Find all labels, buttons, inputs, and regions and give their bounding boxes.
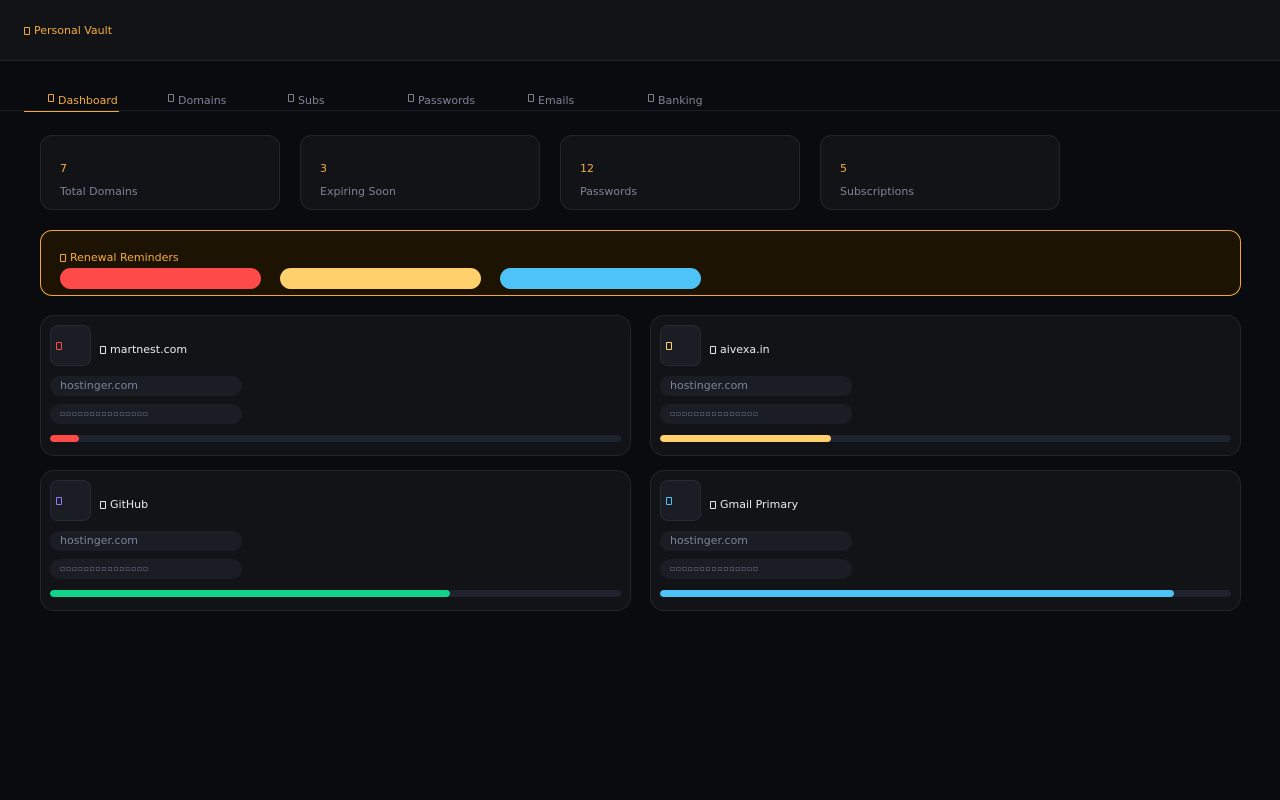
bank-icon — [648, 94, 654, 102]
stat-label: Expiring Soon — [320, 185, 396, 198]
globe-icon — [710, 345, 716, 354]
mail-icon — [666, 497, 672, 505]
card-name: GitHub — [110, 498, 149, 511]
tab-label: Emails — [538, 94, 575, 107]
avatar — [660, 480, 701, 521]
stat-value: 5 — [840, 162, 847, 175]
stat-label: Passwords — [580, 185, 638, 198]
card-title: aivexa.in — [710, 343, 770, 356]
key-icon — [408, 94, 414, 102]
top-bar: Personal Vault — [0, 0, 1280, 61]
host-chip: hostinger.com — [50, 376, 242, 396]
stat-value: 3 — [320, 162, 327, 175]
reminder-pill-upcoming[interactable] — [500, 268, 701, 289]
tab-label: Subs — [298, 94, 325, 107]
code-icon — [100, 500, 106, 509]
avatar — [660, 325, 701, 366]
reminders-title-text: Renewal Reminders — [70, 251, 179, 264]
progress-track — [50, 435, 621, 442]
tab-label: Dashboard — [58, 94, 118, 107]
masked-detail-chip: ▫▫▫▫▫▫▫▫▫▫▫▫▫▫▫ — [660, 404, 852, 424]
card-title: GitHub — [100, 498, 148, 511]
progress-track — [660, 435, 1231, 442]
tab-label: Domains — [178, 94, 227, 107]
progress-track — [660, 590, 1231, 597]
mail-icon — [710, 500, 716, 509]
renewal-reminders-panel: Renewal Reminders — [40, 230, 1241, 296]
host-chip: hostinger.com — [660, 376, 852, 396]
avatar — [50, 480, 91, 521]
tab-domains[interactable]: Domains — [168, 94, 226, 110]
globe-icon — [56, 342, 62, 350]
progress-fill — [50, 435, 79, 442]
mail-icon — [528, 94, 534, 102]
tab-label: Banking — [658, 94, 703, 107]
globe-icon — [100, 345, 106, 354]
card-title: Gmail Primary — [710, 498, 798, 511]
app-brand[interactable]: Personal Vault — [24, 24, 112, 37]
stat-card-passwords: 12 Passwords — [560, 135, 800, 210]
progress-fill — [50, 590, 450, 597]
app-title: Personal Vault — [34, 24, 113, 37]
tab-subs[interactable]: Subs — [288, 94, 325, 110]
stat-card-expiring-soon: 3 Expiring Soon — [300, 135, 540, 210]
stat-value: 7 — [60, 162, 67, 175]
vault-card-martnest[interactable]: martnest.com hostinger.com ▫▫▫▫▫▫▫▫▫▫▫▫▫… — [40, 315, 631, 456]
nav-tabs: Dashboard Domains Subs Passwords Emails … — [0, 90, 1280, 112]
card-name: martnest.com — [110, 343, 188, 356]
masked-detail-chip: ▫▫▫▫▫▫▫▫▫▫▫▫▫▫▫ — [660, 559, 852, 579]
card-title: martnest.com — [100, 343, 187, 356]
tab-banking[interactable]: Banking — [648, 94, 703, 110]
card-name: aivexa.in — [720, 343, 770, 356]
host-chip: hostinger.com — [660, 531, 852, 551]
vault-card-aivexa[interactable]: aivexa.in hostinger.com ▫▫▫▫▫▫▫▫▫▫▫▫▫▫▫ — [650, 315, 1241, 456]
globe-icon — [168, 94, 174, 102]
stat-label: Subscriptions — [840, 185, 915, 198]
host-chip: hostinger.com — [50, 531, 242, 551]
tab-dashboard[interactable]: Dashboard — [24, 94, 119, 112]
reminder-pill-urgent[interactable] — [60, 268, 261, 289]
code-icon — [56, 497, 62, 505]
vault-card-github[interactable]: GitHub hostinger.com ▫▫▫▫▫▫▫▫▫▫▫▫▫▫▫ — [40, 470, 631, 611]
vault-card-gmail[interactable]: Gmail Primary hostinger.com ▫▫▫▫▫▫▫▫▫▫▫▫… — [650, 470, 1241, 611]
tab-emails[interactable]: Emails — [528, 94, 574, 110]
reminder-pill-soon[interactable] — [280, 268, 481, 289]
avatar — [50, 325, 91, 366]
dashboard-icon — [48, 94, 54, 102]
progress-track — [50, 590, 621, 597]
tab-label: Passwords — [418, 94, 476, 107]
masked-detail-chip: ▫▫▫▫▫▫▫▫▫▫▫▫▫▫▫ — [50, 404, 242, 424]
warning-icon — [60, 253, 66, 262]
stat-label: Total Domains — [60, 185, 138, 198]
globe-icon — [666, 342, 672, 350]
reminders-title: Renewal Reminders — [60, 251, 179, 264]
progress-fill — [660, 435, 832, 442]
masked-detail-chip: ▫▫▫▫▫▫▫▫▫▫▫▫▫▫▫ — [50, 559, 242, 579]
stat-card-total-domains: 7 Total Domains — [40, 135, 280, 210]
vault-icon — [24, 26, 30, 35]
stat-value: 12 — [580, 162, 594, 175]
refresh-icon — [288, 94, 294, 102]
stat-card-subscriptions: 5 Subscriptions — [820, 135, 1060, 210]
tab-passwords[interactable]: Passwords — [408, 94, 475, 110]
card-name: Gmail Primary — [720, 498, 799, 511]
progress-fill — [660, 590, 1174, 597]
